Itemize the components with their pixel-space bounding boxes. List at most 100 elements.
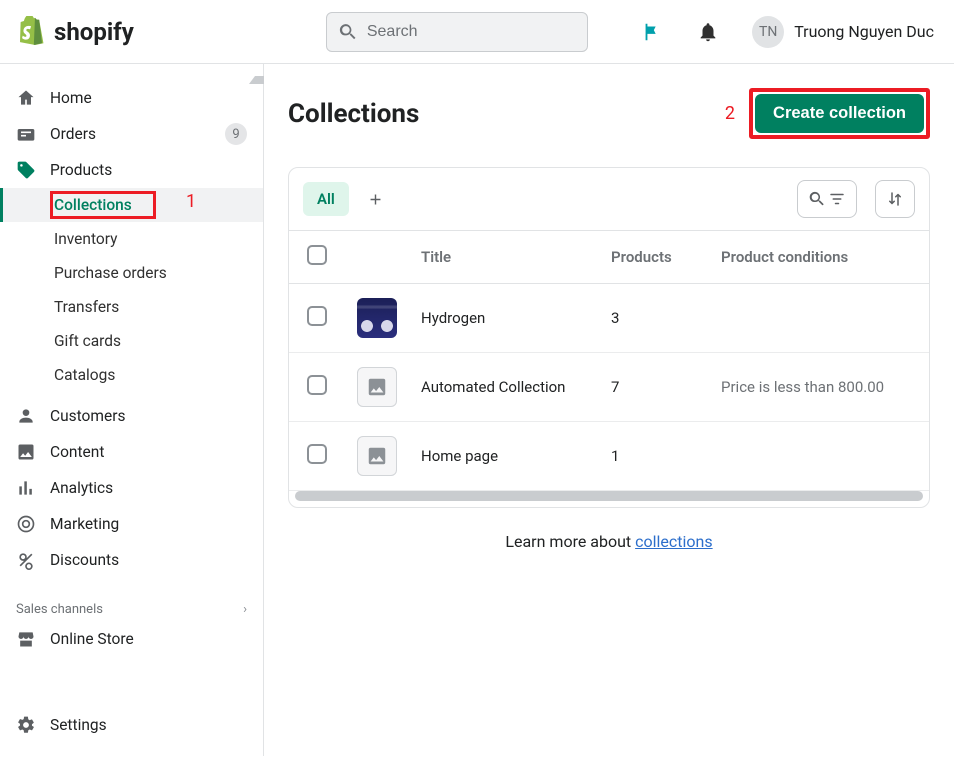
sort-button[interactable] (875, 180, 915, 218)
topbar: shopify TN Truong Nguyen Duc (0, 0, 954, 64)
cell-title: Hydrogen (409, 284, 599, 353)
sidebar-item-label: Marketing (50, 515, 247, 533)
subnav-label: Transfers (54, 298, 119, 316)
learn-more: Learn more about collections (288, 508, 930, 575)
cell-products: 1 (599, 422, 709, 491)
sidebar-item-label: Discounts (50, 551, 247, 569)
sidebar-item-customers[interactable]: Customers (0, 398, 263, 434)
sidebar-item-marketing[interactable]: Marketing (0, 506, 263, 542)
image-icon (16, 442, 36, 462)
filter-icon (828, 190, 846, 208)
logo-text: shopify (54, 18, 134, 46)
table-row[interactable]: Automated Collection 7 Price is less tha… (289, 353, 929, 422)
horizontal-scrollbar[interactable] (295, 491, 923, 501)
subnav-catalogs[interactable]: Catalogs (0, 358, 263, 392)
annotation-box-1 (50, 191, 156, 219)
flag-icon[interactable] (632, 12, 672, 52)
collection-thumb (357, 298, 397, 338)
learn-more-link[interactable]: collections (635, 532, 712, 551)
cell-conditions: Price is less than 800.00 (709, 353, 929, 422)
image-icon (366, 376, 388, 398)
scroll-up-icon[interactable] (249, 64, 261, 756)
image-icon (366, 445, 388, 467)
cell-products: 7 (599, 353, 709, 422)
person-icon (16, 406, 36, 426)
search-icon (338, 22, 358, 42)
cell-products: 3 (599, 284, 709, 353)
cell-conditions (709, 422, 929, 491)
user-name: Truong Nguyen Duc (794, 22, 934, 41)
create-collection-button[interactable]: Create collection (755, 94, 924, 133)
search-input[interactable] (326, 12, 588, 52)
search-wrap (326, 12, 588, 52)
sidebar-item-online-store[interactable]: Online Store (0, 621, 263, 657)
percent-icon (16, 550, 36, 570)
annotation-label-1: 1 (186, 191, 196, 212)
sidebar-item-home[interactable]: Home (0, 80, 263, 116)
add-view-button[interactable] (359, 182, 393, 216)
learn-more-text: Learn more about (505, 532, 635, 551)
sidebar-item-label: Customers (50, 407, 247, 425)
orders-badge: 9 (225, 123, 247, 145)
sidebar: Home Orders 9 Products Collections 1 Inv… (0, 64, 264, 756)
sidebar-item-analytics[interactable]: Analytics (0, 470, 263, 506)
checkbox-row[interactable] (307, 306, 327, 326)
subnav-label: Purchase orders (54, 264, 167, 282)
logo[interactable]: shopify (20, 16, 134, 48)
sort-icon (886, 190, 904, 208)
sidebar-item-label: Analytics (50, 479, 247, 497)
sidebar-item-label: Home (50, 89, 247, 107)
subnav-collections[interactable]: Collections (0, 188, 263, 222)
sidebar-item-orders[interactable]: Orders 9 (0, 116, 263, 152)
collections-table: Title Products Product conditions Hydrog… (289, 230, 929, 491)
subnav-label: Inventory (54, 230, 117, 248)
search-filter-button[interactable] (797, 180, 857, 218)
avatar: TN (752, 16, 784, 48)
sidebar-item-label: Products (50, 161, 247, 179)
target-icon (16, 514, 36, 534)
sidebar-item-discounts[interactable]: Discounts (0, 542, 263, 578)
th-products[interactable]: Products (599, 231, 709, 284)
th-title[interactable]: Title (409, 231, 599, 284)
th-conditions[interactable]: Product conditions (709, 231, 929, 284)
sidebar-item-label: Online Store (50, 630, 247, 648)
sidebar-item-products[interactable]: Products (0, 152, 263, 188)
tab-all[interactable]: All (303, 182, 349, 216)
sidebar-item-settings[interactable]: Settings (0, 707, 263, 743)
shopify-bag-icon (20, 16, 48, 48)
collections-card: All Title (288, 167, 930, 508)
store-icon (16, 629, 36, 649)
chevron-right-icon: › (243, 602, 247, 617)
section-label: Sales channels (16, 602, 103, 617)
subnav-inventory[interactable]: Inventory (0, 222, 263, 256)
plus-icon (367, 191, 384, 208)
tag-icon (16, 160, 36, 180)
table-row[interactable]: Home page 1 (289, 422, 929, 491)
collection-thumb-placeholder (357, 436, 397, 476)
section-sales-channels[interactable]: Sales channels › (0, 590, 263, 621)
bell-icon[interactable] (688, 12, 728, 52)
subnav-label: Catalogs (54, 366, 115, 384)
checkbox-row[interactable] (307, 444, 327, 464)
page-title: Collections (288, 99, 419, 129)
checkbox-all[interactable] (307, 245, 327, 265)
subnav-label: Gift cards (54, 332, 121, 350)
table-row[interactable]: Hydrogen 3 (289, 284, 929, 353)
bars-icon (16, 478, 36, 498)
user-menu[interactable]: TN Truong Nguyen Duc (752, 16, 934, 48)
sidebar-item-label: Settings (50, 716, 247, 734)
subnav-transfers[interactable]: Transfers (0, 290, 263, 324)
search-icon (808, 190, 826, 208)
subnav-gift-cards[interactable]: Gift cards (0, 324, 263, 358)
sidebar-item-content[interactable]: Content (0, 434, 263, 470)
cell-title: Automated Collection (409, 353, 599, 422)
main-content: Collections 2 Create collection All (264, 64, 954, 756)
cell-conditions (709, 284, 929, 353)
collection-thumb-placeholder (357, 367, 397, 407)
gear-icon (16, 715, 36, 735)
orders-icon (16, 124, 36, 144)
sidebar-item-label: Orders (50, 125, 211, 143)
subnav-purchase-orders[interactable]: Purchase orders (0, 256, 263, 290)
checkbox-row[interactable] (307, 375, 327, 395)
cell-title: Home page (409, 422, 599, 491)
